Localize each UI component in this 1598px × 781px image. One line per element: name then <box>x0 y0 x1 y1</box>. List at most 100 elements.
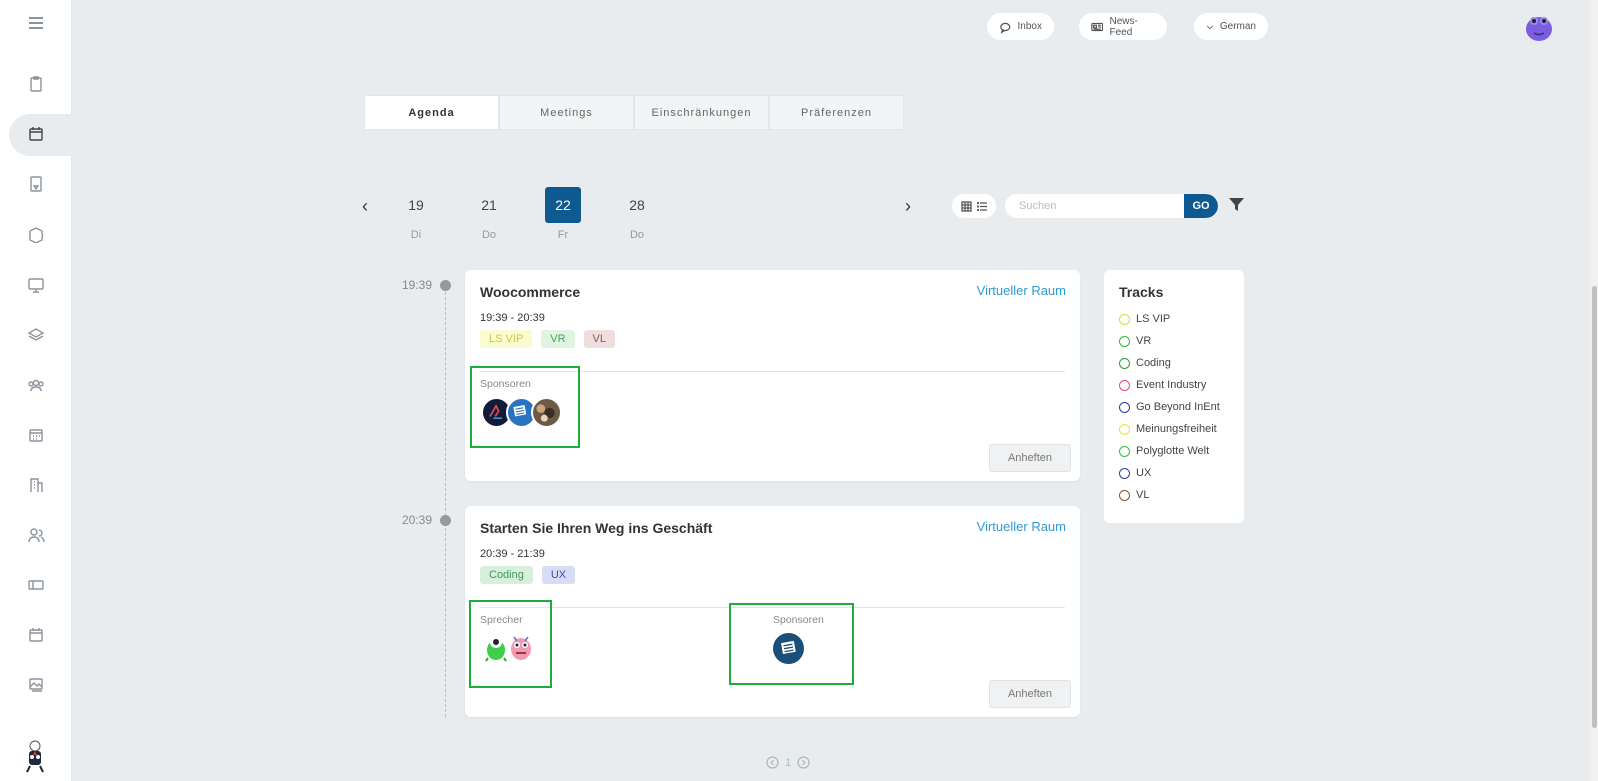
day-number: 28 <box>629 197 645 213</box>
track-item[interactable]: Event Industry <box>1119 379 1206 391</box>
day-22[interactable]: 22 Fr <box>545 187 581 241</box>
track-color-dot <box>1119 423 1130 435</box>
sidebar <box>0 0 73 781</box>
track-item[interactable]: Coding <box>1119 357 1171 369</box>
newsfeed-button[interactable]: News-Feed <box>1079 13 1167 40</box>
tag-ls-vip: LS VIP <box>480 330 533 348</box>
day-21[interactable]: 21 Do <box>471 187 507 241</box>
pin-button[interactable]: Anheften <box>989 680 1071 708</box>
track-label: Go Beyond InEnt <box>1136 401 1220 413</box>
tab-meetings[interactable]: Meetings <box>499 95 634 130</box>
chat-bubble-icon <box>1000 22 1011 34</box>
monitor-icon[interactable] <box>22 271 50 299</box>
search-input[interactable] <box>1005 200 1184 212</box>
user-avatar[interactable] <box>1524 12 1554 42</box>
view-toggle[interactable] <box>952 194 996 218</box>
track-item[interactable]: VR <box>1119 335 1151 347</box>
page-next-icon[interactable] <box>797 756 810 769</box>
schedule-icon[interactable] <box>22 421 50 449</box>
track-label: Polyglotte Welt <box>1136 445 1210 457</box>
calendar-icon[interactable] <box>22 120 50 148</box>
highlight-box <box>729 603 854 685</box>
track-label: LS VIP <box>1136 313 1171 325</box>
go-button[interactable]: GO <box>1184 194 1218 218</box>
menu-icon[interactable] <box>22 9 50 37</box>
timeline-dot <box>440 280 451 291</box>
day-number: 21 <box>481 197 497 213</box>
badge-icon[interactable] <box>22 170 50 198</box>
page-prev-icon[interactable] <box>766 756 779 769</box>
pin-button[interactable]: Anheften <box>989 444 1071 472</box>
pagination: 1 <box>766 756 810 769</box>
track-label: VL <box>1136 489 1150 501</box>
layers-icon[interactable] <box>22 321 50 349</box>
timeline-time: 19:39 <box>401 278 432 292</box>
agenda-tabs: Agenda Meetings Einschränkungen Präferen… <box>364 95 904 130</box>
session-title: Woocommerce <box>480 284 581 300</box>
language-label: German <box>1219 21 1256 32</box>
track-item[interactable]: Polyglotte Welt <box>1119 445 1209 457</box>
tag-vl: VL <box>583 330 615 348</box>
date-prev-arrow-icon[interactable]: ‹ <box>362 196 368 217</box>
session-title: Starten Sie Ihren Weg ins Geschäft <box>480 520 713 536</box>
session-tags: Coding UX <box>480 566 576 584</box>
session-time: 20:39 - 21:39 <box>480 548 545 560</box>
newspaper-icon <box>1091 22 1104 31</box>
page-number[interactable]: 1 <box>785 757 791 769</box>
track-item[interactable]: LS VIP <box>1119 313 1170 325</box>
highlight-box <box>470 366 580 448</box>
inbox-label: Inbox <box>1017 21 1042 32</box>
timeline-line <box>445 287 446 717</box>
track-label: Event Industry <box>1136 379 1207 391</box>
track-item[interactable]: UX <box>1119 467 1151 479</box>
language-selector[interactable]: German <box>1194 13 1268 40</box>
track-color-dot <box>1119 335 1130 347</box>
day-weekday: Di <box>410 229 422 241</box>
ticket-icon[interactable] <box>22 571 50 599</box>
session-time: 19:39 - 20:39 <box>480 312 545 324</box>
session-tags: LS VIP VR VL <box>480 330 615 348</box>
tag-vr: VR <box>541 330 575 348</box>
session-room-link[interactable]: Virtueller Raum <box>977 283 1066 298</box>
tickets-icon[interactable] <box>22 220 50 248</box>
track-item[interactable]: Meinungsfreiheit <box>1119 423 1217 435</box>
highlight-box <box>469 600 552 688</box>
track-label: VR <box>1136 335 1152 347</box>
session-room-link[interactable]: Virtueller Raum <box>977 519 1066 534</box>
track-label: UX <box>1136 467 1152 479</box>
timeline-dot <box>440 515 451 526</box>
group-icon[interactable] <box>22 371 50 399</box>
app-logo-icon[interactable] <box>20 738 50 774</box>
users-icon[interactable] <box>22 521 50 549</box>
tab-agenda[interactable]: Agenda <box>364 95 499 130</box>
track-color-dot <box>1119 467 1130 479</box>
date-next-arrow-icon[interactable]: › <box>905 196 911 217</box>
tag-coding: Coding <box>480 566 533 584</box>
tracks-title: Tracks <box>1119 284 1164 300</box>
list-view-icon[interactable] <box>976 201 988 212</box>
scrollbar-thumb[interactable] <box>1592 286 1597 728</box>
day-weekday: Do <box>629 229 645 241</box>
clipboard-icon[interactable] <box>22 70 50 98</box>
calendar-blank-icon[interactable] <box>22 621 50 649</box>
tracks-panel: Tracks LS VIP VR Coding Event Industry G… <box>1104 270 1244 523</box>
track-label: Meinungsfreiheit <box>1136 423 1217 435</box>
building-icon[interactable] <box>22 471 50 499</box>
day-28[interactable]: 28 Do <box>619 187 655 241</box>
track-color-dot <box>1119 357 1130 369</box>
day-weekday: Fr <box>557 229 569 241</box>
day-19[interactable]: 19 Di <box>398 187 434 241</box>
track-color-dot <box>1119 489 1130 501</box>
tab-restrictions[interactable]: Einschränkungen <box>634 95 769 130</box>
timeline-time: 20:39 <box>401 513 432 527</box>
day-number-selected: 22 <box>545 187 581 223</box>
inbox-button[interactable]: Inbox <box>987 13 1054 40</box>
track-item[interactable]: Go Beyond InEnt <box>1119 401 1220 413</box>
tab-preferences[interactable]: Präferenzen <box>769 95 904 130</box>
filter-icon[interactable] <box>1228 196 1245 213</box>
newsfeed-label: News-Feed <box>1109 15 1138 38</box>
grid-view-icon[interactable] <box>960 200 972 212</box>
gallery-icon[interactable] <box>22 671 50 699</box>
track-color-dot <box>1119 401 1130 413</box>
track-item[interactable]: VL <box>1119 489 1149 501</box>
